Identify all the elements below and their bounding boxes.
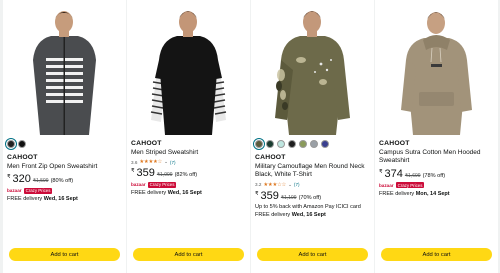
color-swatch[interactable] [253, 138, 265, 150]
mrp: ₹1,699 [404, 172, 421, 179]
product-card[interactable]: CAHOOT Men Front Zip Open Sweatshirt ₹ 3… [3, 0, 126, 273]
add-to-cart-button[interactable]: Add to cart [133, 248, 244, 261]
price-row: ₹ 374 ₹1,699 (78% off) [379, 168, 496, 180]
delivery-date: Wed, 16 Sept [43, 196, 78, 203]
delivery-info: FREE delivery Wed, 16 Sept [255, 212, 372, 218]
delivery-info: FREE delivery Wed, 16 Sept [131, 190, 248, 196]
model-hooded-sweatshirt-image [375, 0, 498, 135]
bazaar-logo: bazaar [379, 182, 394, 188]
price-row: ₹ 320 ₹1,599 (80% off) [7, 173, 124, 185]
rating-count[interactable]: (7) [170, 160, 176, 165]
rating-row[interactable]: 3.6 ★★★★☆ ⌄ (7) [131, 159, 248, 165]
rating-value: 3.6 [131, 159, 138, 165]
product-grid: CAHOOT Men Front Zip Open Sweatshirt ₹ 3… [0, 0, 500, 273]
price: 359 [136, 167, 155, 180]
product-card[interactable]: CAHOOT Campus Sutra Cotton Men Hooded Sw… [375, 0, 498, 273]
color-swatch[interactable] [299, 140, 307, 148]
discount: (80% off) [50, 178, 74, 185]
bazaar-logo: bazaar [7, 188, 22, 194]
brand-name: CAHOOT [7, 154, 38, 161]
mrp: ₹1,999 [156, 172, 173, 179]
color-swatch[interactable] [5, 138, 17, 150]
add-to-cart-button[interactable]: Add to cart [257, 248, 368, 261]
product-image[interactable] [251, 0, 374, 135]
delivery-prefix: FREE delivery [7, 196, 43, 203]
delivery-prefix: FREE delivery [131, 190, 167, 197]
product-title[interactable]: Men Front Zip Open Sweatshirt [7, 163, 124, 171]
rating-count[interactable]: (7) [294, 182, 300, 187]
discount: (70% off) [298, 194, 322, 201]
product-title[interactable]: Military Camouflage Men Round Neck Black… [255, 163, 372, 180]
delivery-date: Wed, 16 Sept [291, 211, 326, 218]
product-info: CAHOOT Military Camouflage Men Round Nec… [253, 138, 372, 218]
brand-name: CAHOOT [131, 140, 162, 147]
color-swatch[interactable] [266, 140, 274, 148]
color-swatch[interactable] [18, 140, 26, 148]
color-swatches [5, 138, 124, 150]
product-image[interactable] [3, 0, 126, 135]
price: 374 [384, 167, 403, 180]
delivery-date: Mon, 14 Sept [415, 190, 450, 197]
deal-badge: bazaar Crazy Prices [379, 182, 496, 189]
currency-symbol: ₹ [7, 174, 11, 181]
chevron-down-icon: ⌄ [164, 159, 168, 165]
price: 320 [12, 173, 31, 186]
delivery-info: FREE delivery Mon, 14 Sept [379, 191, 496, 197]
price: 359 [260, 189, 279, 202]
mrp: ₹1,599 [32, 178, 49, 185]
discount: (82% off) [174, 172, 198, 179]
brand-name: CAHOOT [379, 140, 410, 147]
deal-badge: bazaar Crazy Prices [131, 181, 248, 188]
product-title[interactable]: Campus Sutra Cotton Men Hooded Sweatshir… [379, 149, 496, 166]
chevron-down-icon: ⌄ [288, 181, 292, 187]
color-swatch[interactable] [277, 140, 285, 148]
currency-symbol: ₹ [379, 168, 383, 175]
crazy-prices-badge: Crazy Prices [395, 182, 425, 189]
currency-symbol: ₹ [131, 168, 135, 175]
crazy-prices-badge: Crazy Prices [23, 187, 53, 194]
discount: (78% off) [422, 172, 446, 179]
model-camouflage-tshirt-image [251, 0, 374, 135]
product-info: CAHOOT Men Striped Sweatshirt 3.6 ★★★★☆ … [131, 140, 248, 196]
cashback-offer: Up to 5% back with Amazon Pay ICICI card [255, 203, 361, 210]
model-zip-sweatshirt-image [3, 0, 126, 135]
mrp: ₹1,199 [280, 194, 297, 201]
star-rating-icon: ★★★★☆ [139, 159, 163, 166]
add-to-cart-button[interactable]: Add to cart [9, 248, 120, 261]
color-swatch[interactable] [288, 140, 296, 148]
crazy-prices-badge: Crazy Prices [147, 181, 177, 188]
product-card[interactable]: CAHOOT Men Striped Sweatshirt 3.6 ★★★★☆ … [127, 0, 250, 273]
color-swatch[interactable] [321, 140, 329, 148]
delivery-info: FREE delivery Wed, 16 Sept [7, 196, 124, 202]
product-image[interactable] [375, 0, 498, 135]
star-rating-icon: ★★★☆☆ [263, 181, 287, 188]
rating-row[interactable]: 3.2 ★★★☆☆ ⌄ (7) [255, 182, 372, 188]
currency-symbol: ₹ [255, 190, 259, 197]
bazaar-logo: bazaar [131, 182, 146, 188]
delivery-prefix: FREE delivery [255, 211, 291, 218]
model-striped-sweatshirt-image [127, 0, 250, 135]
brand-name: CAHOOT [255, 154, 286, 161]
deal-badge: bazaar Crazy Prices [7, 187, 124, 194]
product-image[interactable] [127, 0, 250, 135]
product-info: CAHOOT Campus Sutra Cotton Men Hooded Sw… [379, 140, 496, 197]
product-title[interactable]: Men Striped Sweatshirt [131, 149, 248, 157]
product-info: CAHOOT Men Front Zip Open Sweatshirt ₹ 3… [5, 138, 124, 202]
delivery-date: Wed, 16 Sept [167, 190, 202, 197]
product-card[interactable]: CAHOOT Military Camouflage Men Round Nec… [251, 0, 374, 273]
rating-value: 3.2 [255, 182, 262, 188]
add-to-cart-button[interactable]: Add to cart [381, 248, 492, 261]
color-swatches [253, 138, 372, 150]
price-row: ₹ 359 ₹1,999 (82% off) [131, 167, 248, 179]
delivery-prefix: FREE delivery [379, 190, 415, 197]
price-row: ₹ 359 ₹1,199 (70% off) [255, 190, 372, 202]
color-swatch[interactable] [310, 140, 318, 148]
